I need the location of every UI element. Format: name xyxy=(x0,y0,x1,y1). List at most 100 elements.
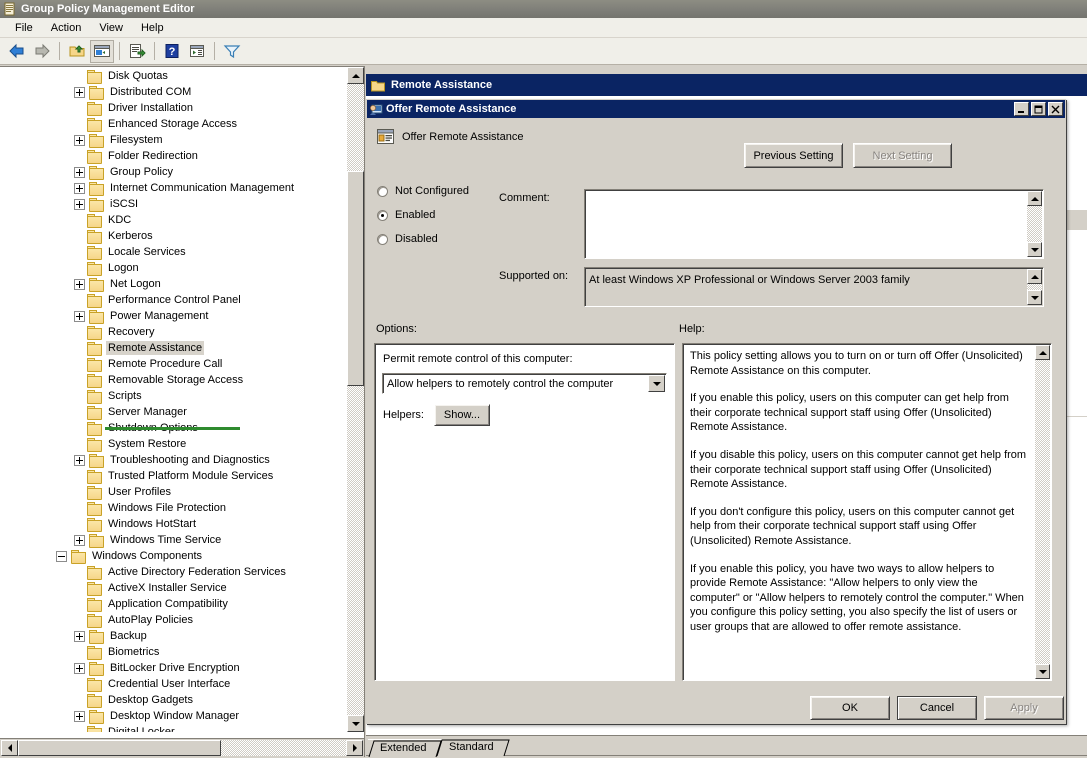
ok-button[interactable]: OK xyxy=(810,696,890,720)
tree-item[interactable]: Application Compatibility xyxy=(1,596,346,612)
tree-item[interactable]: BitLocker Drive Encryption xyxy=(1,660,346,676)
expand-icon[interactable] xyxy=(74,534,85,546)
minimize-button[interactable] xyxy=(1014,102,1029,116)
tree-item[interactable]: Driver Installation xyxy=(1,100,346,116)
tree-item[interactable]: Enhanced Storage Access xyxy=(1,116,346,132)
radio-indicator[interactable] xyxy=(377,185,388,197)
tree-item[interactable]: Scripts xyxy=(1,388,346,404)
tree-item[interactable]: System Restore xyxy=(1,436,346,452)
expand-icon[interactable] xyxy=(74,134,85,146)
scroll-up-button[interactable] xyxy=(347,67,364,84)
tree-item[interactable]: Credential User Interface xyxy=(1,676,346,692)
tree-item[interactable]: Backup xyxy=(1,628,346,644)
dialog-titlebar[interactable]: Offer Remote Assistance xyxy=(367,100,1065,118)
tree-item[interactable]: Biometrics xyxy=(1,644,346,660)
supported-on-scrollbar[interactable] xyxy=(1027,269,1042,305)
tab-standard[interactable]: Standard xyxy=(436,739,510,757)
forward-icon[interactable] xyxy=(30,40,54,63)
expand-icon[interactable] xyxy=(74,166,85,178)
menu-action[interactable]: Action xyxy=(42,20,91,36)
tree-item[interactable]: Windows Time Service xyxy=(1,532,346,548)
scroll-up-button[interactable] xyxy=(1027,191,1042,206)
show-hide-tree-icon[interactable] xyxy=(90,39,114,63)
filter-icon[interactable] xyxy=(220,40,244,63)
expand-icon[interactable] xyxy=(74,710,85,722)
hscrollbar-thumb[interactable] xyxy=(18,740,221,756)
scroll-down-button[interactable] xyxy=(347,715,364,732)
tree-item[interactable]: Folder Redirection xyxy=(1,148,346,164)
tree-item[interactable]: Recovery xyxy=(1,324,346,340)
previous-setting-button[interactable]: Previous Setting xyxy=(744,143,843,168)
tree-vertical-scrollbar[interactable] xyxy=(347,67,364,732)
tree-item[interactable]: ActiveX Installer Service xyxy=(1,580,346,596)
radio-indicator-selected[interactable] xyxy=(377,209,388,221)
tree-item[interactable]: Desktop Gadgets xyxy=(1,692,346,708)
scroll-up-button[interactable] xyxy=(1035,345,1050,360)
tree-item[interactable]: Windows Components xyxy=(1,548,346,564)
menu-file[interactable]: File xyxy=(6,20,42,36)
tree-items[interactable]: Disk Quotas Distributed COM Driver Install… xyxy=(1,68,346,732)
scroll-left-button[interactable] xyxy=(1,740,18,756)
up-folder-icon[interactable] xyxy=(65,40,89,63)
scroll-up-button[interactable] xyxy=(1027,269,1042,284)
tree-item[interactable]: Remote Assistance xyxy=(1,340,346,356)
expand-icon[interactable] xyxy=(74,310,85,322)
tree-item[interactable]: Desktop Window Manager xyxy=(1,708,346,724)
scrollbar-track[interactable] xyxy=(1027,206,1042,242)
show-helpers-button[interactable]: Show... xyxy=(433,404,490,426)
tree-item[interactable]: Windows File Protection xyxy=(1,500,346,516)
radio-enabled[interactable]: Enabled xyxy=(377,203,469,227)
tree-horizontal-scrollbar[interactable] xyxy=(0,738,364,757)
tree-item[interactable]: Windows HotStart xyxy=(1,516,346,532)
show-properties-icon[interactable] xyxy=(185,40,209,63)
tree-item[interactable]: Performance Control Panel xyxy=(1,292,346,308)
tab-extended[interactable]: Extended xyxy=(368,739,442,758)
tree-item[interactable]: Internet Communication Management xyxy=(1,180,346,196)
expand-icon[interactable] xyxy=(74,198,85,210)
tree-item[interactable]: AutoPlay Policies xyxy=(1,612,346,628)
tree-item[interactable]: Active Directory Federation Services xyxy=(1,564,346,580)
comment-scrollbar[interactable] xyxy=(1027,191,1042,257)
permit-remote-control-dropdown[interactable]: Allow helpers to remotely control the co… xyxy=(382,373,667,394)
radio-indicator[interactable] xyxy=(377,233,388,245)
tree-item[interactable]: Kerberos xyxy=(1,228,346,244)
tree-item[interactable]: Locale Services xyxy=(1,244,346,260)
tree-item[interactable]: Group Policy xyxy=(1,164,346,180)
tree-item[interactable]: Disk Quotas xyxy=(1,68,346,84)
scrollbar-thumb[interactable] xyxy=(347,171,364,386)
expand-icon[interactable] xyxy=(74,454,85,466)
menu-view[interactable]: View xyxy=(90,20,132,36)
tree-item[interactable]: Digital Locker xyxy=(1,724,346,732)
tree-item[interactable]: Trusted Platform Module Services xyxy=(1,468,346,484)
tree-item[interactable]: User Profiles xyxy=(1,484,346,500)
radio-not-configured[interactable]: Not Configured xyxy=(377,179,469,203)
tree-item[interactable]: Remote Procedure Call xyxy=(1,356,346,372)
cancel-button[interactable]: Cancel xyxy=(897,696,977,720)
scroll-down-button[interactable] xyxy=(1027,290,1042,305)
export-list-icon[interactable] xyxy=(125,40,149,63)
scroll-down-button[interactable] xyxy=(1027,242,1042,257)
expand-icon[interactable] xyxy=(74,662,85,674)
tree-item[interactable]: Logon xyxy=(1,260,346,276)
tree-item[interactable]: Troubleshooting and Diagnostics xyxy=(1,452,346,468)
expand-icon[interactable] xyxy=(74,182,85,194)
expand-icon[interactable] xyxy=(74,278,85,290)
menu-help[interactable]: Help xyxy=(132,20,173,36)
comment-textarea[interactable] xyxy=(584,189,1044,259)
tree-item[interactable]: KDC xyxy=(1,212,346,228)
tree-item[interactable]: iSCSI xyxy=(1,196,346,212)
help-icon[interactable]: ? xyxy=(160,40,184,63)
scroll-right-button[interactable] xyxy=(346,740,363,756)
help-scrollbar[interactable] xyxy=(1035,345,1050,679)
tree-item[interactable]: Distributed COM xyxy=(1,84,346,100)
close-button[interactable] xyxy=(1048,102,1063,116)
tree-item[interactable]: Filesystem xyxy=(1,132,346,148)
collapse-icon[interactable] xyxy=(56,550,67,562)
tree-item[interactable]: Removable Storage Access xyxy=(1,372,346,388)
radio-disabled[interactable]: Disabled xyxy=(377,227,469,251)
expand-icon[interactable] xyxy=(74,86,85,98)
chevron-down-icon[interactable] xyxy=(648,375,665,392)
maximize-button[interactable] xyxy=(1031,102,1046,116)
scroll-down-button[interactable] xyxy=(1035,664,1050,679)
tree-item[interactable]: Net Logon xyxy=(1,276,346,292)
